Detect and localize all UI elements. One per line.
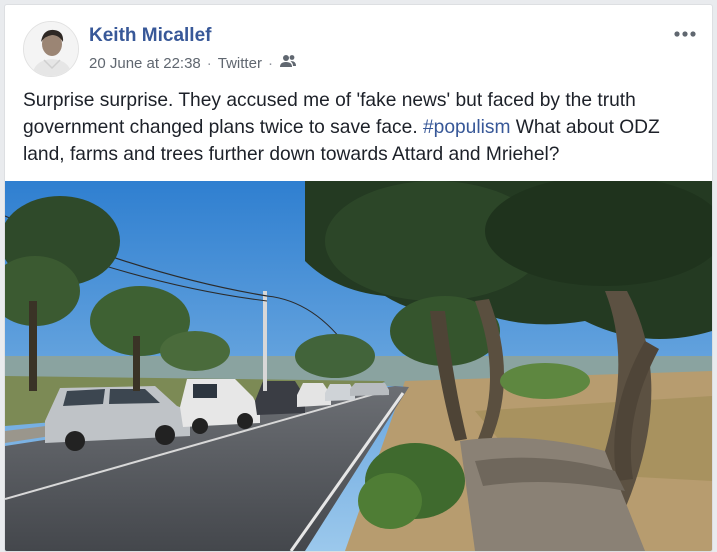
meta-separator: ·: [206, 54, 212, 72]
post-timestamp[interactable]: 20 June at 22:38: [89, 55, 201, 72]
more-options-icon[interactable]: [672, 25, 698, 43]
post-photo[interactable]: [5, 181, 712, 551]
author-avatar[interactable]: [23, 21, 79, 77]
post-card: Keith Micallef 20 June at 22:38 · Twitte…: [4, 4, 713, 552]
author-name[interactable]: Keith Micallef: [89, 25, 211, 47]
friends-icon[interactable]: [279, 54, 297, 72]
road-trees-photo: [5, 181, 712, 551]
post-source[interactable]: Twitter: [218, 55, 262, 72]
meta-separator-2: ·: [267, 54, 273, 72]
post-meta: 20 June at 22:38 · Twitter ·: [89, 54, 297, 72]
audience-icon-graphic: [279, 55, 296, 67]
avatar-image: [24, 22, 78, 76]
hashtag-link[interactable]: #populism: [423, 117, 510, 138]
more-dots: [674, 31, 696, 37]
post-header: Keith Micallef 20 June at 22:38 · Twitte…: [23, 21, 698, 81]
post-message: Surprise surprise. They accused me of 'f…: [23, 87, 694, 168]
